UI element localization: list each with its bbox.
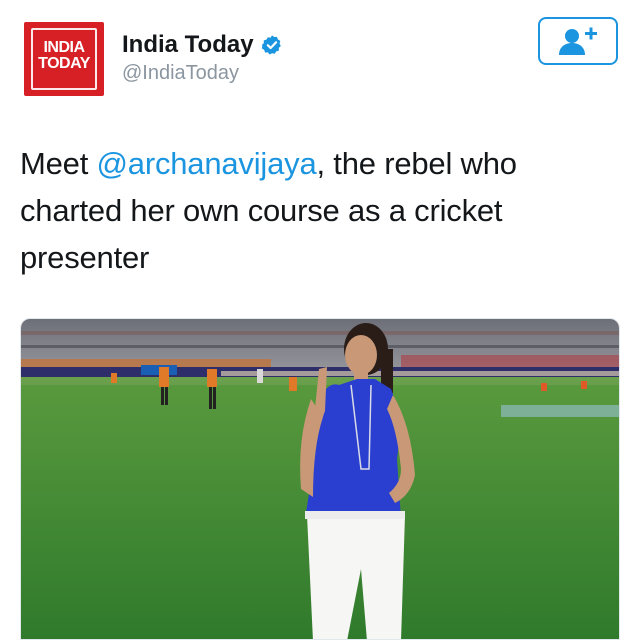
tweet-text-start: Meet	[20, 146, 97, 181]
account-handle[interactable]: @IndiaToday	[122, 62, 239, 85]
verified-badge-icon	[261, 35, 281, 55]
tweet-text: Meet @archanavijaya, the rebel who chart…	[20, 140, 610, 281]
follow-button[interactable]	[538, 17, 618, 65]
add-user-icon	[559, 27, 597, 55]
tweet-card: INDIA TODAY India Today @IndiaToday Meet …	[0, 0, 640, 640]
avatar[interactable]: INDIA TODAY	[24, 22, 104, 96]
display-name[interactable]: India Today	[122, 31, 254, 59]
name-row: India Today	[122, 30, 283, 60]
tweet-photo[interactable]	[20, 318, 620, 640]
stadium-photo	[21, 319, 619, 639]
brand-logo: INDIA TODAY	[38, 39, 90, 72]
mention-link[interactable]: @archanavijaya	[97, 146, 317, 181]
